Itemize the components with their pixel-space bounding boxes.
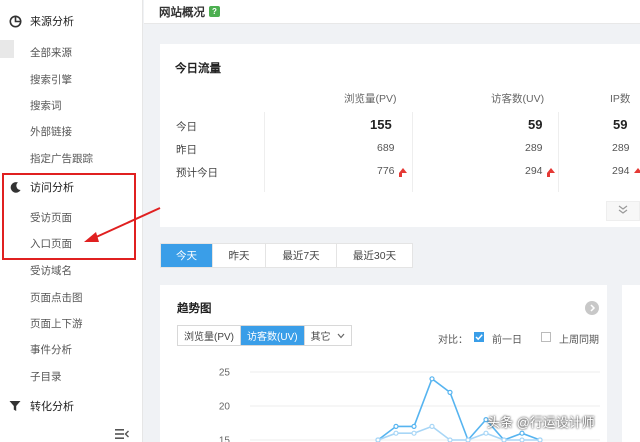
metric-other-dropdown[interactable]: 其它 [305,326,351,345]
y-tick-label: 20 [219,402,231,413]
sidebar-section-convert[interactable]: 转化分析 [0,396,143,416]
compare-prev-day-checkbox[interactable] [474,332,484,342]
metric-pv-button[interactable]: 浏览量(PV) [178,326,241,345]
data-point[interactable] [483,430,489,436]
expand-button[interactable] [606,201,640,221]
page-title: 网站概况 [159,6,205,19]
column-header-uv: 访客数(UV) [491,93,545,105]
data-point[interactable] [429,376,435,382]
funnel-icon [8,399,22,413]
chevron-down-icon [337,333,345,339]
today-traffic-card: 今日流量 浏览量(PV) 访客数(UV) IP数 今日 昨日 预计今日 155 … [160,44,640,227]
data-point[interactable] [393,430,399,436]
tab-last-7-days[interactable]: 最近7天 [266,244,337,267]
data-point[interactable] [447,389,453,396]
yesterday-pv: 689 [377,142,395,154]
yesterday-uv: 289 [525,142,543,154]
today-ip: 59 [613,117,628,132]
forecast-uv-value: 294 [525,165,543,177]
sidebar-section-source[interactable]: 来源分析 [0,11,143,31]
divider [412,112,413,192]
data-point[interactable] [447,437,453,442]
forecast-pv-value: 776 [377,165,395,177]
metric-selector: 浏览量(PV) 访客数(UV) 其它 [177,325,352,346]
double-chevron-down-icon [618,205,628,217]
sidebar-section-label: 来源分析 [30,16,74,28]
sidebar-item-visited-domains[interactable]: 受访域名 [30,263,72,278]
data-point[interactable] [465,437,471,442]
data-point[interactable] [519,437,525,442]
up-arrow-stem [547,173,551,177]
sidebar-item-click-map[interactable]: 页面点击图 [30,290,83,305]
y-tick-label: 25 [219,368,231,379]
side-card [622,285,640,442]
tab-today[interactable]: 今天 [161,244,213,267]
divider [264,112,265,192]
up-arrow-icon [633,168,640,173]
data-point[interactable] [537,437,543,442]
today-uv: 59 [528,117,543,132]
sidebar-item-external-links[interactable]: 外部链接 [30,124,72,139]
forecast-ip: 294 [612,165,640,177]
row-label-forecast: 预计今日 [176,167,218,179]
sidebar-item-subdirectory[interactable]: 子目录 [30,369,62,384]
card-title: 今日流量 [175,63,221,75]
active-indicator [0,40,14,58]
forecast-ip-value: 294 [612,165,630,177]
data-point[interactable] [411,423,417,430]
tab-last-30-days[interactable]: 最近30天 [337,244,412,267]
data-point[interactable] [429,423,435,430]
metric-other-label: 其它 [310,332,331,343]
divider [558,112,559,192]
date-range-tabs: 今天 昨天 最近7天 最近30天 [160,243,413,268]
next-arrow-icon[interactable] [585,301,599,315]
forecast-pv: 776 [377,165,407,177]
help-icon[interactable]: ? [209,6,220,17]
sidebar-section-label: 转化分析 [30,401,74,413]
column-header-pv: 浏览量(PV) [344,93,397,105]
data-point[interactable] [393,423,399,430]
data-point[interactable] [501,437,507,442]
watermark: 头条 @行运设计师 [487,415,595,430]
tab-yesterday[interactable]: 昨天 [213,244,266,267]
pie-chart-icon [8,14,22,28]
row-label-yesterday: 昨日 [176,144,197,156]
sidebar-item-ad-tracking[interactable]: 指定广告跟踪 [30,151,93,166]
data-point[interactable] [411,430,417,436]
compare-last-week-checkbox[interactable] [541,332,551,342]
compare-label: 对比： [438,335,468,346]
forecast-uv: 294 [525,165,555,177]
sidebar-item-events[interactable]: 事件分析 [30,342,72,357]
annotation-highlight-box [2,173,136,260]
sidebar-item-search-engine[interactable]: 搜索引擎 [30,72,72,87]
up-arrow-stem [399,173,403,177]
sidebar-item-all-sources[interactable]: 全部来源 [30,45,72,60]
data-point[interactable] [519,430,525,436]
sidebar-item-search-terms[interactable]: 搜索词 [30,98,62,113]
today-pv: 155 [370,117,392,132]
page-header: 网站概况 ? [144,0,640,24]
yesterday-ip: 289 [612,142,630,154]
data-point[interactable] [375,437,381,442]
trend-title: 趋势图 [177,303,212,315]
column-header-ip: IP数 [610,93,631,105]
sidebar-item-page-flow[interactable]: 页面上下游 [30,316,83,331]
y-tick-label: 15 [219,436,231,442]
row-label-today: 今日 [176,121,197,133]
collapse-sidebar-icon[interactable] [115,428,129,440]
compare-last-week-label: 上周同期 [559,335,599,346]
metric-uv-button[interactable]: 访客数(UV) [241,326,305,345]
compare-prev-day-label: 前一日 [492,335,522,346]
